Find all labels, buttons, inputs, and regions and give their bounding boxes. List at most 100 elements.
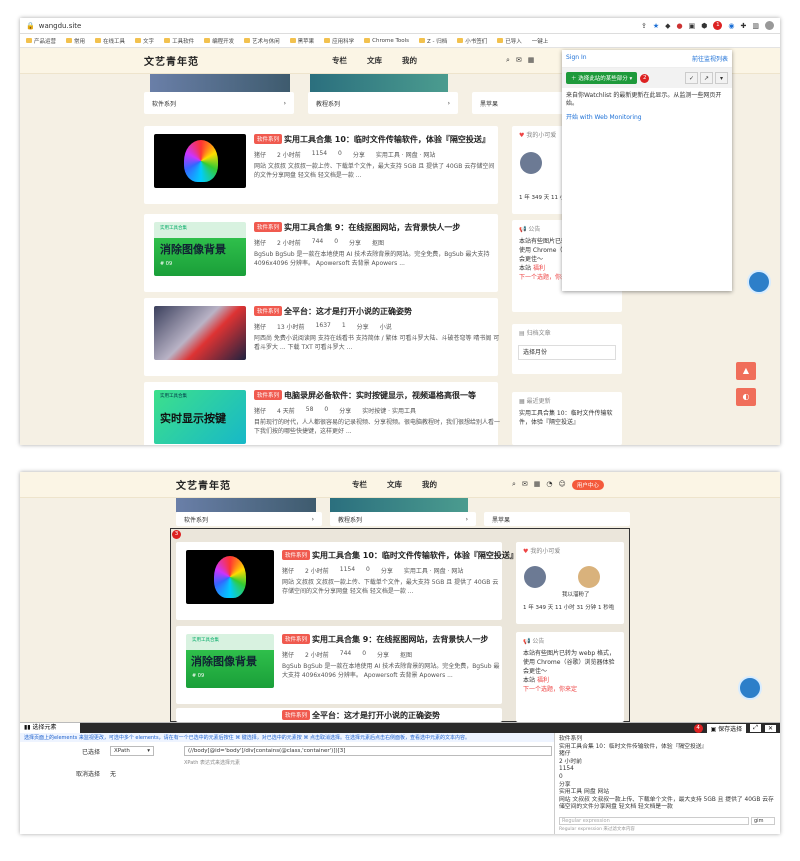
- post-card[interactable]: 软件系列 实用工具合集 10：临时文件传输软件，体验『隔空投送』 猪仔 2 小时前…: [176, 542, 518, 620]
- regex-input[interactable]: Regular expression: [559, 817, 749, 825]
- regex-flags-input[interactable]: gim: [751, 817, 775, 825]
- calendar-icon[interactable]: ▦: [528, 56, 535, 65]
- save-selection-button[interactable]: ▣ 保存选择: [706, 723, 747, 733]
- search-icon[interactable]: ⌕: [506, 56, 510, 65]
- calendar-icon[interactable]: ▦: [534, 480, 541, 490]
- category-badge[interactable]: 软件系列: [282, 710, 311, 720]
- category-badge[interactable]: 软件系列: [254, 390, 283, 400]
- theme-toggle-icon[interactable]: ◐: [736, 388, 756, 406]
- close-icon[interactable]: ✕: [764, 724, 776, 732]
- post-title[interactable]: 电脑录屏必备软件：实时按键显示，视频逼格高很一等: [284, 390, 476, 401]
- tab-select-element[interactable]: ▮▮ 选择元素: [20, 723, 80, 733]
- category-badge[interactable]: 软件系列: [282, 550, 311, 560]
- avatar[interactable]: [524, 566, 546, 588]
- start-monitoring-link[interactable]: 开始 with Web Monitoring: [562, 112, 732, 121]
- bookmark-item[interactable]: Chrome Tools: [364, 38, 409, 44]
- nav-library[interactable]: 文库: [387, 479, 402, 490]
- user-center-button[interactable]: 用户中心: [571, 479, 604, 490]
- bookmark-item[interactable]: 常用: [66, 37, 85, 45]
- extension-icon[interactable]: ●: [677, 22, 683, 30]
- bookmark-item[interactable]: 小书签们: [457, 37, 487, 45]
- post-card[interactable]: 实用工具合集 消除图像背景 # 09 软件系列 实用工具合集 9：在线抠图网站，…: [144, 214, 498, 292]
- bookmark-item[interactable]: 在线工具: [95, 37, 125, 45]
- bookmark-item[interactable]: 工具软件: [164, 37, 194, 45]
- category-badge[interactable]: 软件系列: [254, 306, 283, 316]
- post-meta: 猪仔 2 小时前 1154 0 分享 实用工具 · 网盘 · 网站: [282, 566, 464, 575]
- welfare-link[interactable]: 福利: [533, 265, 545, 272]
- watchlist-link[interactable]: 前往监视列表: [692, 54, 728, 63]
- post-card[interactable]: 实用工具合集 实时显示按键 软件系列 电脑录屏必备软件：实时按键显示，视频逼格高…: [144, 382, 500, 445]
- post-title[interactable]: 实用工具合集 9：在线抠图网站，去背景快人一步: [312, 634, 488, 645]
- welfare-link[interactable]: 福利: [537, 677, 549, 684]
- post-title[interactable]: 实用工具合集 10：临时文件传输软件，体验『隔空投送』: [312, 550, 518, 561]
- selected-text-preview: 软件系列 实用工具合集 10：临时文件传输软件，体验『隔空投送』 猪仔 2 小时…: [554, 733, 780, 834]
- recent-post-link[interactable]: 实用工具合集 10：临时文件传输软件，体验『隔空投送』: [512, 409, 622, 427]
- bookmark-item[interactable]: Z - 归档: [419, 37, 447, 45]
- sign-in-link[interactable]: Sign In: [566, 54, 587, 63]
- star-icon[interactable]: ★: [653, 22, 659, 30]
- recent-icon: ▦: [519, 398, 525, 405]
- avatar[interactable]: [578, 566, 600, 588]
- post-card[interactable]: 实用工具合集 消除图像背景 # 09 软件系列 实用工具合集 9：在线抠图网站，…: [176, 626, 502, 704]
- post-title[interactable]: 实用工具合集 9：在线抠图网站，去背景快人一步: [284, 222, 460, 233]
- category-software[interactable]: 软件系列 ›: [176, 512, 322, 526]
- next-topic-link[interactable]: 下一个选题，你来定: [516, 685, 624, 694]
- nav-column[interactable]: 专栏: [352, 479, 367, 490]
- post-card[interactable]: 软件系列 全平台：这才是打开小说的正确姿势 猪仔 13 小时前 1637 1 分享 小说 …: [144, 298, 499, 376]
- external-link-icon[interactable]: ↗: [700, 72, 713, 84]
- address-bar[interactable]: 🔒 wangdu.site ⇪ ★ ◆ ● ▣ ⬢ 1 ◉ ✚ ▥: [20, 18, 780, 34]
- nav-mine[interactable]: 我的: [402, 55, 417, 66]
- rss-icon[interactable]: ◔: [546, 480, 552, 490]
- extension-icon[interactable]: ⬢: [701, 22, 707, 30]
- extension-icon[interactable]: ▣: [689, 22, 696, 30]
- puzzle-icon[interactable]: ✚: [741, 22, 747, 30]
- category-image: [330, 498, 468, 512]
- chat-icon[interactable]: ✉: [516, 56, 522, 65]
- nav-mine[interactable]: 我的: [422, 479, 437, 490]
- sidebar-icon[interactable]: ▥: [752, 22, 759, 30]
- category-hackintosh[interactable]: 黑苹果: [484, 512, 630, 526]
- check-icon[interactable]: ✓: [685, 72, 698, 84]
- bookmark-item[interactable]: 应用科学: [324, 37, 354, 45]
- chat-bubble-button[interactable]: [747, 270, 771, 294]
- visualping-icon[interactable]: ◉: [728, 22, 734, 30]
- chevron-down-icon[interactable]: ▾: [715, 72, 728, 84]
- rocket-icon[interactable]: ▲: [736, 362, 756, 380]
- post-title[interactable]: 全平台：这才是打开小说的正确姿势: [312, 710, 440, 721]
- bookmark-item[interactable]: 产品运营: [26, 37, 56, 45]
- user-icon[interactable]: ☺: [559, 480, 566, 490]
- post-card[interactable]: 软件系列 全平台：这才是打开小说的正确姿势: [176, 708, 502, 722]
- nav-column[interactable]: 专栏: [332, 55, 347, 66]
- nav-library[interactable]: 文库: [367, 55, 382, 66]
- chat-bubble-button[interactable]: [738, 676, 762, 700]
- chat-icon[interactable]: ✉: [522, 480, 528, 490]
- extension-icon[interactable]: ◆: [665, 22, 670, 30]
- archive-month-select[interactable]: 选择月份: [518, 345, 616, 360]
- expand-icon[interactable]: ⤢: [750, 724, 761, 732]
- category-tutorial[interactable]: 教程系列 ›: [308, 92, 458, 114]
- bookmark-item[interactable]: 黑苹果: [289, 37, 314, 45]
- site-logo[interactable]: 文艺青年范: [144, 53, 199, 68]
- bookmark-item[interactable]: 编程开发: [204, 37, 234, 45]
- url-text[interactable]: wangdu.site: [39, 22, 82, 30]
- avatar[interactable]: [520, 152, 542, 174]
- bookmark-item[interactable]: 已导入: [497, 37, 522, 45]
- avatar[interactable]: [765, 21, 774, 30]
- bookmark-item[interactable]: 艺术与休闲: [244, 37, 280, 45]
- category-tutorial[interactable]: 教程系列 ›: [330, 512, 476, 526]
- share-icon[interactable]: ⇪: [641, 22, 647, 30]
- post-title[interactable]: 全平台：这才是打开小说的正确姿势: [284, 306, 412, 317]
- category-badge[interactable]: 软件系列: [254, 222, 283, 232]
- post-title[interactable]: 实用工具合集 10：临时文件传输软件，体验『隔空投送』: [284, 134, 490, 145]
- category-badge[interactable]: 软件系列: [254, 134, 283, 144]
- selector-mode-select[interactable]: XPath ▾: [110, 746, 154, 756]
- select-part-button[interactable]: ＋ 选择此站的某些部分 ▾: [566, 72, 638, 84]
- post-card[interactable]: 软件系列 实用工具合集 10：临时文件传输软件，体验『隔空投送』 猪仔 2 小时前…: [144, 126, 498, 204]
- bookmark-item[interactable]: 一键上: [532, 37, 549, 45]
- search-icon[interactable]: ⌕: [512, 480, 516, 490]
- bookmark-item[interactable]: 文字: [135, 37, 154, 45]
- category-software[interactable]: 软件系列 ›: [144, 92, 294, 114]
- site-logo[interactable]: 文艺青年范: [176, 477, 231, 492]
- category-badge[interactable]: 软件系列: [282, 634, 311, 644]
- xpath-input[interactable]: (//body[@id='body']/div[contains(@class,…: [184, 746, 552, 756]
